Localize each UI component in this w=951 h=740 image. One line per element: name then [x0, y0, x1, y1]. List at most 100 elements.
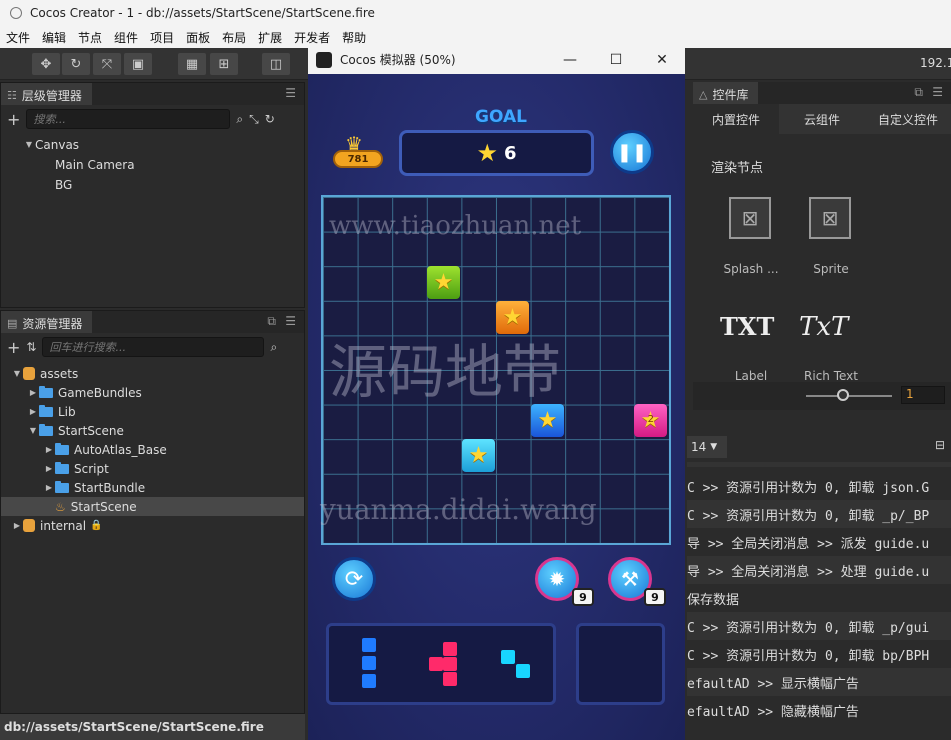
collapse-arrow-icon[interactable]: ▶	[43, 483, 55, 492]
asset-root-internal[interactable]: ▶ internal 🔒	[11, 516, 103, 535]
asset-folder-lib[interactable]: ▶ Lib	[27, 402, 76, 421]
expand-arrow-icon[interactable]: ▼	[23, 140, 35, 149]
search-icon[interactable]: ⌕	[236, 112, 243, 127]
asset-scene-startscene[interactable]: ♨ StartScene	[1, 497, 304, 516]
refresh-button[interactable]: ⟳	[332, 557, 376, 601]
console-panel: 14 ▼ ⊟ C >> 资源引用计数为 0, 卸载 json.G C >> 资源引…	[687, 430, 951, 740]
star-icon: ★	[476, 139, 498, 167]
asset-root-assets[interactable]: ▼ assets	[11, 364, 78, 383]
zoom-value-input[interactable]: 1	[901, 386, 945, 404]
star-tile-green[interactable]: ★	[427, 266, 460, 299]
hold-slot[interactable]	[576, 623, 665, 705]
folder-icon	[55, 461, 69, 474]
zoom-slider-handle[interactable]	[837, 389, 849, 401]
panel-menu-icon[interactable]: ☰	[285, 86, 296, 100]
panel-menu-icon[interactable]: ☰	[285, 314, 296, 328]
menu-edit[interactable]: 编辑	[36, 29, 72, 46]
close-icon[interactable]: ✕	[639, 45, 685, 74]
asset-folder-script[interactable]: ▶ Script	[43, 459, 109, 478]
font-size-select[interactable]: 14 ▼	[687, 436, 727, 458]
piece-block[interactable]	[362, 656, 376, 670]
collapse-arrow-icon[interactable]: ▶	[27, 388, 39, 397]
assets-search-input[interactable]: 回车进行搜索...	[42, 337, 265, 357]
asset-folder-startbundle[interactable]: ▶ StartBundle	[43, 478, 145, 497]
collapse-icon[interactable]: ⤡	[249, 112, 259, 127]
control-library-title[interactable]: 控件库	[712, 86, 748, 103]
console-menu-icon[interactable]: ⊟	[935, 438, 945, 452]
collapse-arrow-icon[interactable]: ▶	[27, 407, 39, 416]
triangle-icon: △	[699, 87, 708, 101]
anchor-pivot-icon[interactable]: ▦	[178, 53, 206, 75]
hierarchy-panel: ☷ 层级管理器 ☰ + 搜索... ⌕ ⤡ ↻ ▼ Canvas Main Came…	[0, 82, 305, 308]
collapse-arrow-icon[interactable]: ▶	[43, 445, 55, 454]
sort-icon[interactable]: ⇅	[26, 340, 36, 354]
piece-block[interactable]	[501, 650, 515, 664]
menu-developer[interactable]: 开发者	[288, 29, 336, 46]
panel-menu-icon[interactable]: ☰	[932, 85, 943, 99]
local-global-icon[interactable]: ⊞	[210, 53, 238, 75]
game-canvas[interactable]: GOAL ★ 6 ♛ 781 ❚❚ ★ ★ ★ ★ 2 ★ www.tiaozhu…	[308, 74, 685, 740]
popout-icon[interactable]: ⧉	[267, 314, 276, 329]
menu-project[interactable]: 项目	[144, 29, 180, 46]
piece-block[interactable]	[362, 674, 376, 688]
piece-block[interactable]	[443, 657, 457, 671]
maximize-icon[interactable]: ☐	[593, 45, 639, 74]
star-tile-cyan[interactable]: ★	[462, 439, 495, 472]
expand-arrow-icon[interactable]: ▼	[27, 426, 39, 435]
assets-title[interactable]: 资源管理器	[22, 315, 82, 332]
ip-address: 192.1(	[920, 56, 951, 70]
tab-cloud[interactable]: 云组件	[779, 104, 865, 134]
label-glyph-icon[interactable]: TXT	[720, 312, 774, 341]
refresh-icon[interactable]: ↻	[265, 112, 275, 126]
tree-node-main-camera[interactable]: Main Camera	[55, 155, 135, 174]
menu-file[interactable]: 文件	[0, 29, 36, 46]
piece-block[interactable]	[443, 642, 457, 656]
search-icon[interactable]: ⌕	[270, 340, 277, 355]
popout-icon[interactable]: ⧉	[914, 85, 923, 100]
piece-block[interactable]	[516, 664, 530, 678]
sprite-icon[interactable]: ⊠	[809, 197, 851, 239]
log-line: C >> 资源引用计数为 0, 卸载 _p/gui	[687, 612, 951, 640]
asset-folder-autoatlas[interactable]: ▶ AutoAtlas_Base	[43, 440, 167, 459]
star-tile-pink[interactable]: ★ 2	[634, 404, 667, 437]
asset-folder-startscene[interactable]: ▼ StartScene	[27, 421, 124, 440]
piece-block[interactable]	[362, 638, 376, 652]
hierarchy-search-input[interactable]: 搜索...	[26, 109, 231, 129]
asset-label: StartScene	[58, 423, 124, 438]
tree-node-bg[interactable]: BG	[55, 175, 72, 194]
menu-component[interactable]: 组件	[108, 29, 144, 46]
asset-label: assets	[40, 366, 79, 381]
richtext-glyph-icon[interactable]: TxT	[799, 312, 848, 342]
menu-node[interactable]: 节点	[72, 29, 108, 46]
rect-tool-icon[interactable]: ▣	[124, 53, 152, 75]
add-node-icon[interactable]: +	[7, 110, 20, 129]
assets-panel: ▤ 资源管理器 ⧉ ☰ + ⇅ 回车进行搜索... ⌕ ▼ assets ▶ Game…	[0, 310, 305, 714]
menu-help[interactable]: 帮助	[336, 29, 372, 46]
hierarchy-title[interactable]: 层级管理器	[22, 87, 82, 104]
collapse-arrow-icon[interactable]: ▶	[11, 521, 23, 530]
log-divider	[687, 462, 951, 467]
preview-device-icon[interactable]: ◫	[262, 53, 290, 75]
expand-arrow-icon[interactable]: ▼	[11, 369, 23, 378]
tree-node-canvas[interactable]: ▼ Canvas	[23, 135, 79, 154]
log-line: 导 >> 全局关闭消息 >> 派发 guide.u	[687, 528, 951, 556]
piece-block[interactable]	[429, 657, 443, 671]
menu-extension[interactable]: 扩展	[252, 29, 288, 46]
zoom-slider-track[interactable]	[806, 395, 892, 397]
menu-panel[interactable]: 面板	[180, 29, 216, 46]
splash-icon[interactable]: ⊠	[729, 197, 771, 239]
game-board[interactable]: ★ ★ ★ ★ 2 ★ www.tiaozhuan.net 源码地带 yuanma…	[320, 195, 671, 545]
minimize-icon[interactable]: —	[547, 45, 593, 74]
rotate-tool-icon[interactable]: ↻	[62, 53, 90, 75]
piece-block[interactable]	[443, 672, 457, 686]
add-asset-icon[interactable]: +	[7, 338, 20, 357]
tab-custom[interactable]: 自定义控件	[865, 104, 951, 134]
asset-folder-gamebundles[interactable]: ▶ GameBundles	[27, 383, 142, 402]
tab-builtin[interactable]: 内置控件	[693, 104, 779, 134]
scale-tool-icon[interactable]: ⤧	[93, 53, 121, 75]
splash-label: Splash ...	[723, 262, 779, 276]
menu-layout[interactable]: 布局	[216, 29, 252, 46]
collapse-arrow-icon[interactable]: ▶	[43, 464, 55, 473]
move-tool-icon[interactable]: ✥	[32, 53, 60, 75]
pause-button[interactable]: ❚❚	[610, 130, 654, 174]
